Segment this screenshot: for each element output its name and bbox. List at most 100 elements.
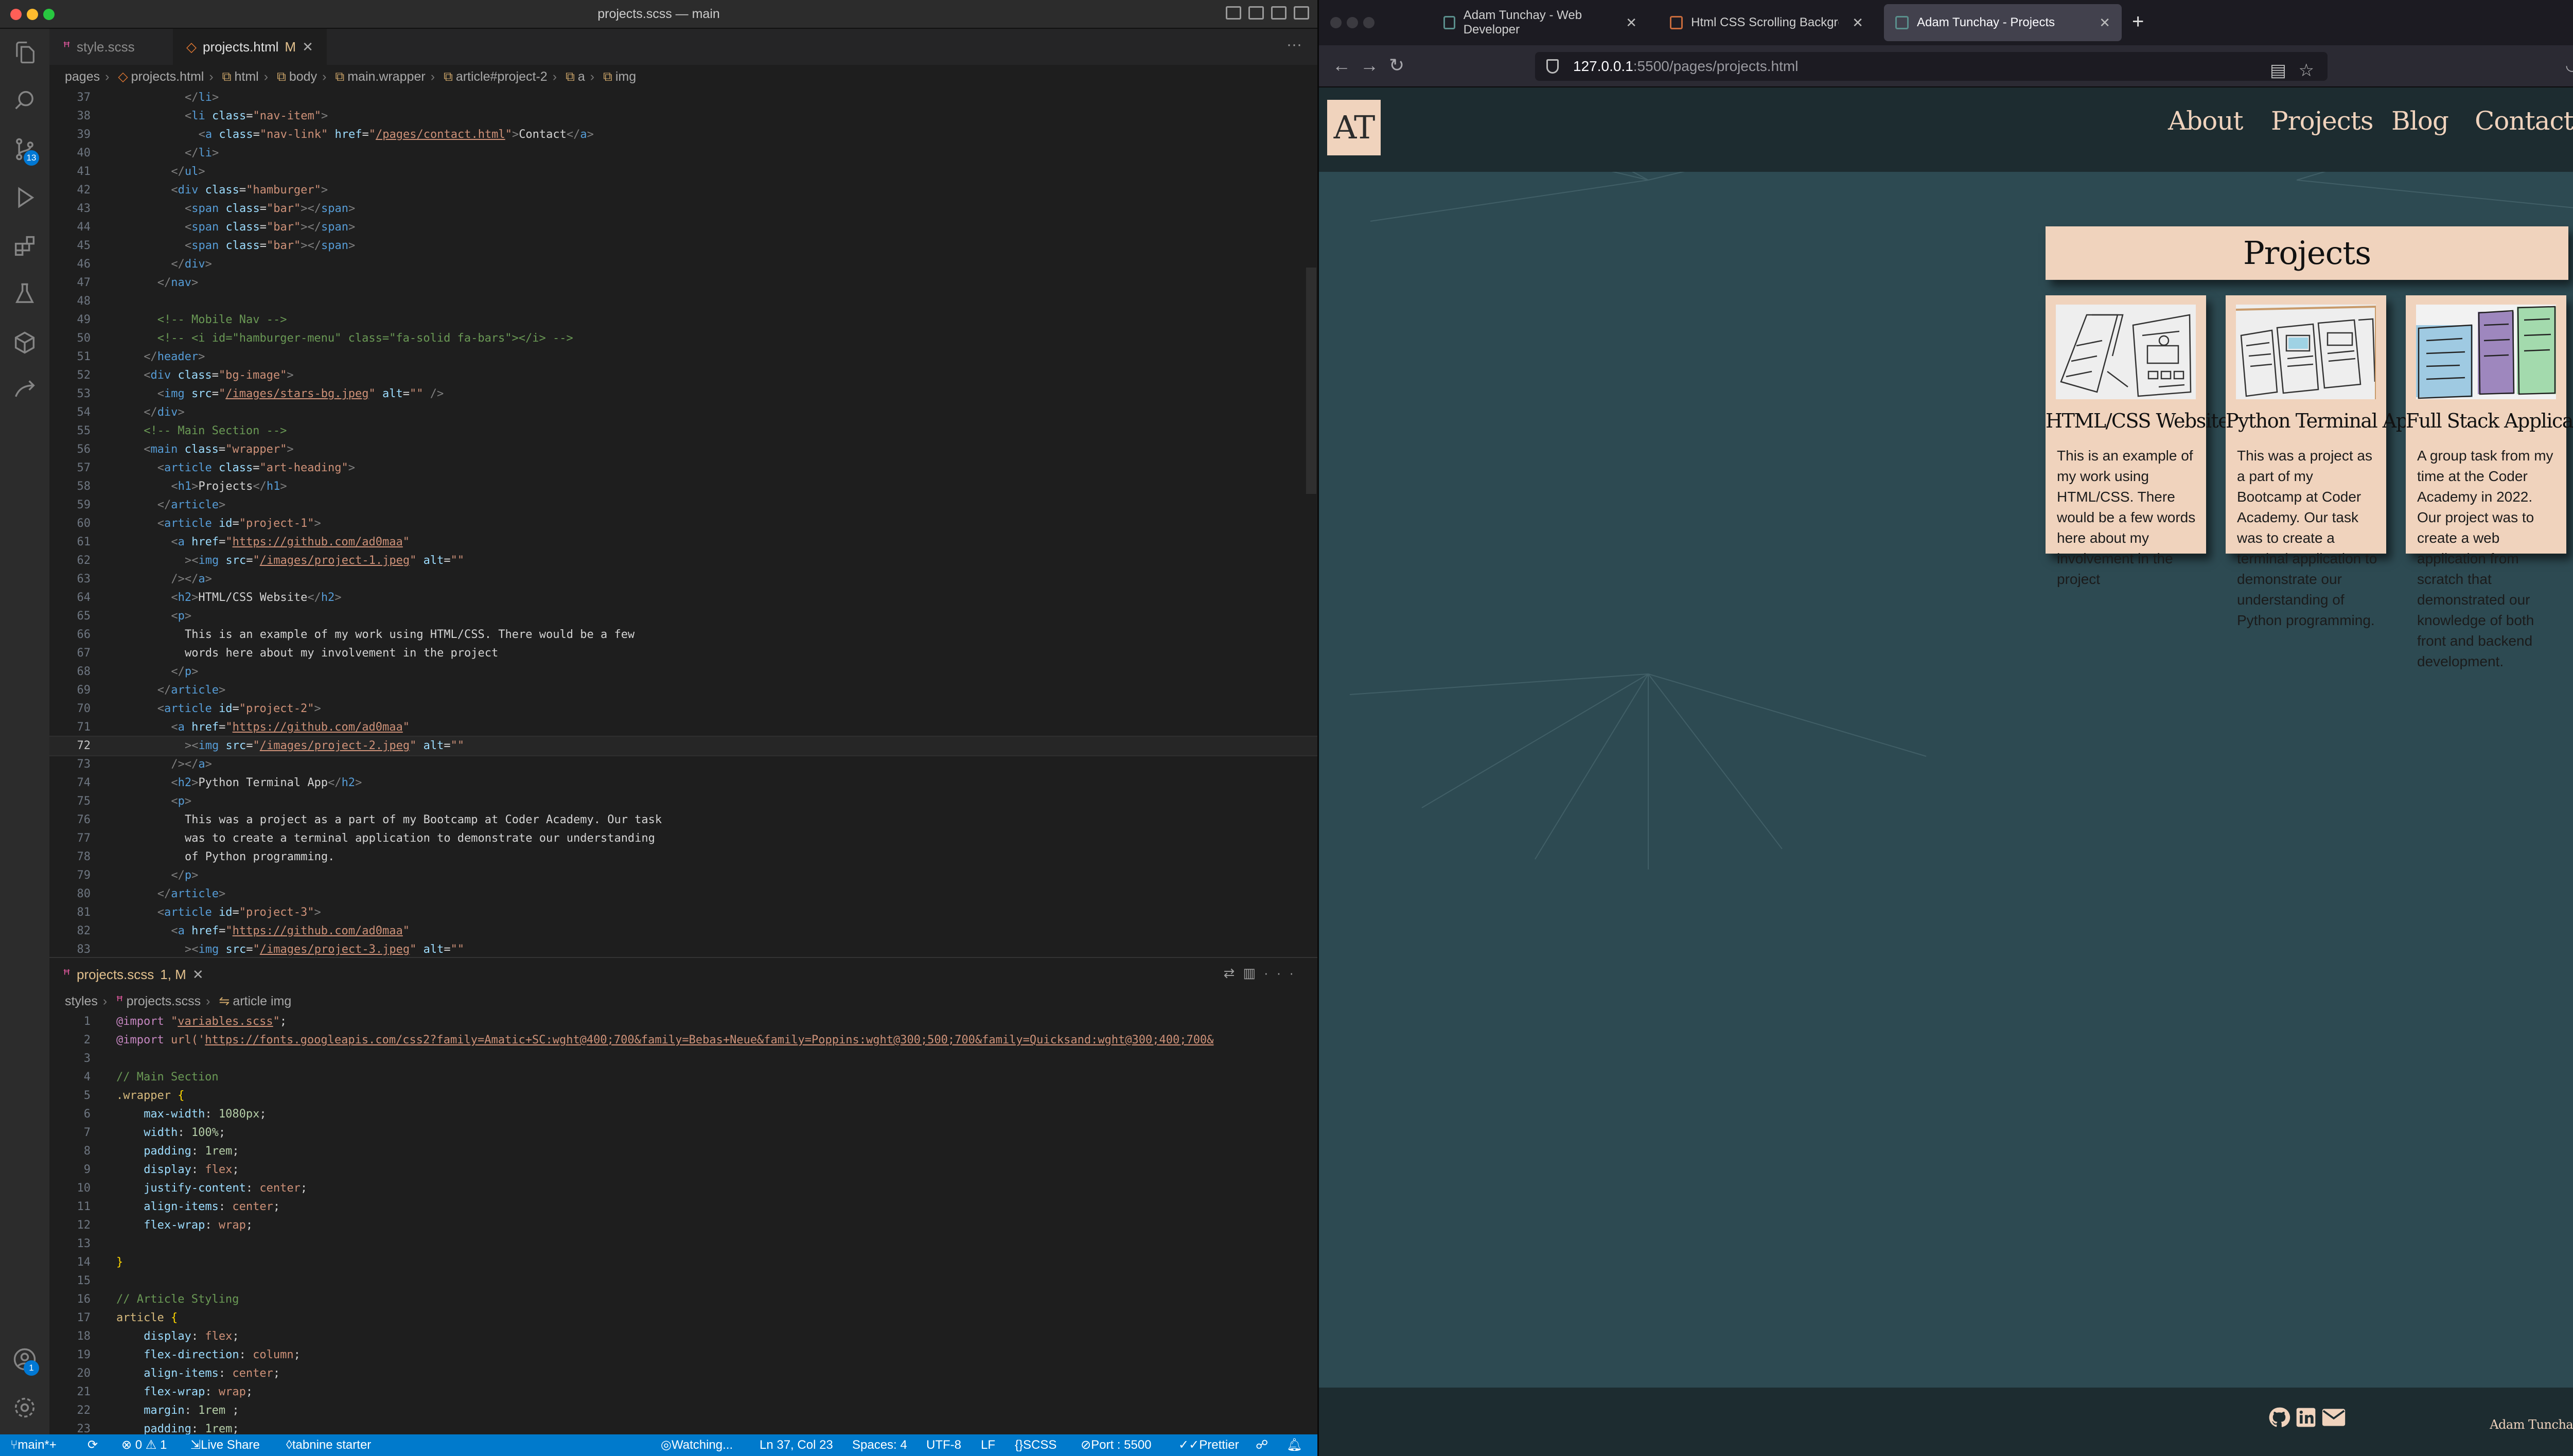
new-tab-button[interactable]: + — [2132, 10, 2144, 33]
code-line[interactable]: 12 flex-wrap: wrap; — [49, 1216, 1317, 1235]
code-line[interactable]: 21 flex-wrap: wrap; — [49, 1383, 1317, 1401]
code-line[interactable]: 67 words here about my involvement in the… — [49, 644, 1317, 663]
code-line[interactable]: 52 <div class="bg-image"> — [49, 366, 1317, 385]
code-line[interactable]: 62 ><img src="/images/project-1.jpeg" alt… — [49, 552, 1317, 570]
prettier-status[interactable]: ✓✓ Prettier — [1178, 1434, 1239, 1456]
code-line[interactable]: 72 ><img src="/images/project-2.jpeg" alt… — [49, 736, 1317, 756]
forward-button[interactable]: → — [1360, 54, 1379, 77]
github-icon[interactable] — [2268, 1406, 2290, 1429]
breadcrumb-item[interactable]: projects.scss — [127, 994, 201, 1008]
bookmark-star-icon[interactable]: ☆ — [2299, 56, 2314, 85]
indentation-status[interactable]: Spaces: 4 — [852, 1434, 907, 1456]
editor-scrollbar[interactable] — [1306, 268, 1316, 494]
branch-status[interactable]: ⑂ main*+ — [10, 1434, 57, 1456]
code-line[interactable]: 81 <article id="project-3"> — [49, 903, 1317, 922]
customize-layout-icon[interactable] — [1294, 6, 1309, 20]
breadcrumb-item[interactable]: article#project-2 — [456, 69, 548, 84]
code-line[interactable]: 83 ><img src="/images/project-3.jpeg" alt… — [49, 940, 1317, 956]
code-line[interactable]: 58 <h1>Projects</h1> — [49, 477, 1317, 496]
close-tab-icon[interactable]: ✕ — [2099, 15, 2110, 31]
linkedin-icon[interactable] — [2295, 1406, 2317, 1429]
code-line[interactable]: 60 <article id="project-1"> — [49, 514, 1317, 533]
nav-projects-link[interactable]: Projects — [2271, 106, 2373, 136]
code-line[interactable]: 2 @import url('https://fonts.googleapis.c… — [49, 1031, 1317, 1050]
html-editor[interactable]: 37 </li> 38 <li class="nav-item"> 39 <a class… — [49, 88, 1317, 956]
code-line[interactable]: 9 display: flex; — [49, 1161, 1317, 1179]
url-bar[interactable]: 127.0.0.1:5500/pages/projects.html ▤ ☆ — [1535, 52, 2328, 81]
code-line[interactable]: 78 of Python programming. — [49, 848, 1317, 866]
breadcrumb-item[interactable]: projects.html — [131, 69, 204, 84]
code-line[interactable]: 16 // Article Styling — [49, 1290, 1317, 1309]
code-line[interactable]: 8 padding: 1rem; — [49, 1142, 1317, 1161]
browser-tab-projects[interactable]: Adam Tunchay - Projects ✕ — [1884, 4, 2122, 41]
code-line[interactable]: 39 <a class="nav-link" href="/pages/conta… — [49, 126, 1317, 144]
search-icon[interactable] — [11, 87, 38, 114]
code-line[interactable]: 53 <img src="/images/stars-bg.jpeg" alt="… — [49, 385, 1317, 403]
toggle-secondary-sidebar-icon[interactable] — [1271, 6, 1286, 20]
extensions-icon[interactable] — [11, 233, 38, 259]
sync-icon[interactable]: ⟳ — [87, 1434, 98, 1456]
reload-button[interactable]: ↻ — [1389, 54, 1404, 77]
code-line[interactable]: 82 <a href="https://github.com/ad0maa" — [49, 922, 1317, 940]
language-mode[interactable]: {} SCSS — [1015, 1434, 1056, 1456]
code-line[interactable]: 54 </div> — [49, 403, 1317, 422]
code-line[interactable]: 20 align-items: center; — [49, 1364, 1317, 1383]
close-tab-icon[interactable]: ✕ — [1626, 15, 1637, 31]
code-line[interactable]: 7 width: 100%; — [49, 1124, 1317, 1142]
nav-contact-link[interactable]: Contact — [2475, 106, 2573, 136]
cursor-position[interactable]: Ln 37, Col 23 — [760, 1434, 833, 1456]
tab-projects-html[interactable]: ◇ projects.html M ✕ — [173, 29, 327, 65]
breadcrumb-item[interactable]: article img — [233, 994, 291, 1008]
code-line[interactable]: 13 — [49, 1235, 1317, 1253]
eol-status[interactable]: LF — [981, 1434, 995, 1456]
code-line[interactable]: 77 was to create a terminal application t… — [49, 829, 1317, 848]
code-line[interactable]: 70 <article id="project-2"> — [49, 700, 1317, 718]
minimize-window-button[interactable] — [1347, 17, 1358, 28]
code-line[interactable]: 50 <!-- <i id="hamburger-menu" class="fa-… — [49, 329, 1317, 348]
maximize-window-button[interactable] — [1363, 17, 1374, 28]
back-button[interactable]: ← — [1332, 54, 1351, 77]
code-line[interactable]: 71 <a href="https://github.com/ad0maa" — [49, 718, 1317, 737]
code-line[interactable]: 19 flex-direction: column; — [49, 1346, 1317, 1364]
code-line[interactable]: 76 This was a project as a part of my Boo… — [49, 811, 1317, 829]
explorer-icon[interactable] — [11, 39, 38, 66]
nav-blog-link[interactable]: Blog — [2391, 106, 2449, 136]
more-actions-icon[interactable]: ··· — [1286, 36, 1302, 54]
live-server-port[interactable]: ⊘ Port : 5500 — [1081, 1434, 1152, 1456]
watching-status[interactable]: ◎ Watching... — [661, 1434, 733, 1456]
code-line[interactable]: 48 — [49, 292, 1317, 311]
code-line[interactable]: 57 <article class="art-heading"> — [49, 459, 1317, 477]
project-2-image[interactable] — [2236, 305, 2376, 399]
tabnine-status[interactable]: ◊ tabnine starter — [286, 1434, 371, 1456]
code-line[interactable]: 6 max-width: 1080px; — [49, 1105, 1317, 1124]
docker-icon[interactable] — [11, 329, 38, 356]
code-line[interactable]: 44 <span class="bar"></span> — [49, 218, 1317, 237]
toggle-panel-icon[interactable] — [1248, 6, 1264, 20]
code-line[interactable]: 22 margin: 1rem ; — [49, 1401, 1317, 1420]
tab-projects-scss[interactable]: ꟸ projects.scss 1, M ✕ — [49, 958, 217, 991]
code-line[interactable]: 42 <div class="hamburger"> — [49, 181, 1317, 200]
breadcrumb-item[interactable]: body — [289, 69, 317, 84]
breadcrumb-item[interactable]: img — [615, 69, 636, 84]
testing-icon[interactable] — [11, 281, 38, 308]
code-line[interactable]: 59 </article> — [49, 496, 1317, 514]
code-line[interactable]: 17 article { — [49, 1309, 1317, 1327]
code-line[interactable]: 63 /></a> — [49, 570, 1317, 589]
encoding-status[interactable]: UTF-8 — [926, 1434, 961, 1456]
editor-actions[interactable]: ⇄▥··· — [1224, 965, 1302, 981]
breadcrumb-item[interactable]: main.wrapper — [347, 69, 425, 84]
code-line[interactable]: 1 @import "variables.scss"; — [49, 1013, 1317, 1031]
code-line[interactable]: 61 <a href="https://github.com/ad0maa" — [49, 533, 1317, 552]
code-line[interactable]: 49 <!-- Mobile Nav --> — [49, 311, 1317, 329]
notifications-bell-icon[interactable]: 🔔︎ — [1286, 1434, 1302, 1456]
code-line[interactable]: 3 — [49, 1050, 1317, 1068]
tracking-protection-shield-icon[interactable] — [1546, 59, 1559, 74]
close-tab-icon[interactable]: ✕ — [192, 967, 204, 983]
code-line[interactable]: 37 </li> — [49, 88, 1317, 107]
code-line[interactable]: 55 <!-- Main Section --> — [49, 422, 1317, 440]
code-line[interactable]: 69 </article> — [49, 681, 1317, 700]
code-line[interactable]: 5 .wrapper { — [49, 1087, 1317, 1105]
code-line[interactable]: 45 <span class="bar"></span> — [49, 237, 1317, 255]
code-line[interactable]: 10 justify-content: center; — [49, 1179, 1317, 1198]
code-line[interactable]: 40 </li> — [49, 144, 1317, 163]
